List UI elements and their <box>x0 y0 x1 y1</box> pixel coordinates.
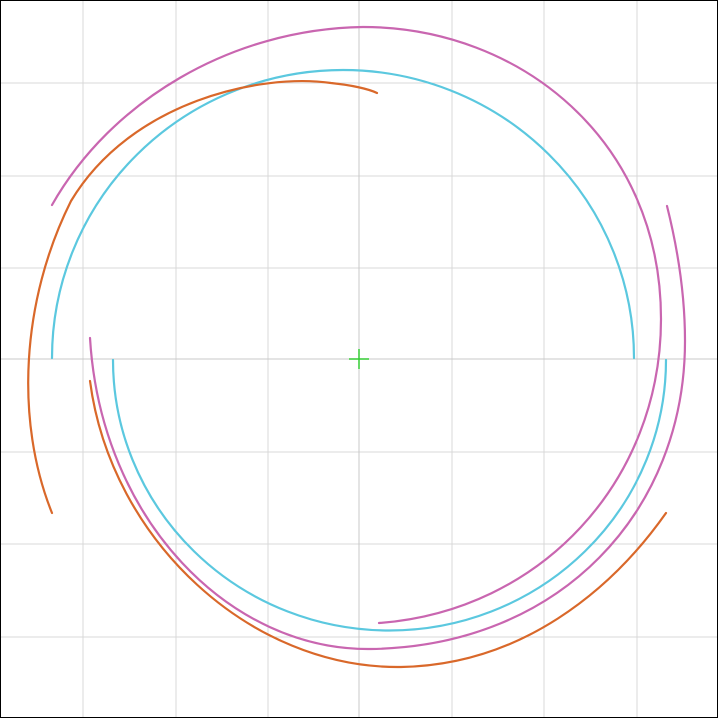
orange-upper-arc <box>27 80 379 515</box>
magenta-upper-arc <box>50 25 663 625</box>
cyan-upper-arc <box>50 68 636 360</box>
cyan-lower-arc <box>111 358 668 632</box>
arc-diagram <box>1 1 717 717</box>
center-crosshair-icon <box>349 349 369 369</box>
magenta-lower-arc <box>88 204 687 651</box>
arcs <box>27 25 687 669</box>
diagram-canvas <box>0 0 718 718</box>
